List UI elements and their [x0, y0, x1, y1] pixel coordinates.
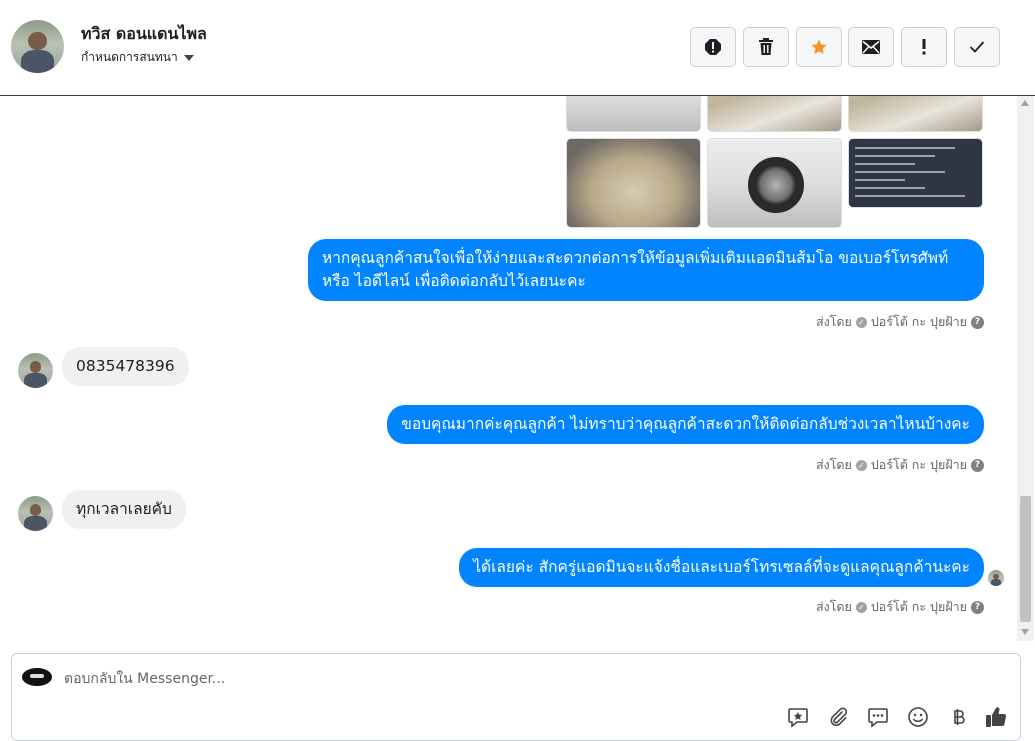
sent-by-label: ส่งโดย ✓ ปอร์โต้ กะ ปุยฝ้าย ? [816, 597, 984, 617]
photo-attachment[interactable] [566, 96, 701, 132]
photo-attachment[interactable] [848, 96, 983, 132]
assign-label: กำหนดการสนทนา [81, 50, 178, 64]
alert-circle-icon [705, 39, 721, 55]
emoji-button[interactable] [905, 704, 931, 730]
mark-done-button[interactable] [954, 27, 1000, 67]
chat-scrollbar[interactable] [1017, 96, 1034, 641]
verified-icon: ✓ [855, 316, 867, 328]
scroll-down-arrow-icon[interactable] [1021, 629, 1029, 635]
mark-unread-button[interactable] [848, 27, 894, 67]
thumbs-up-icon [986, 707, 1007, 727]
attach-file-button[interactable] [825, 704, 851, 730]
emoji-icon [908, 707, 928, 727]
outgoing-message[interactable]: หากคุณลูกค้าสนใจเพื่อให้ง่ายและสะดวกต่อก… [308, 239, 984, 301]
envelope-icon [862, 40, 880, 54]
important-button[interactable] [901, 27, 947, 67]
conversation-header: ทวิส ดอนแดนไพล กำหนดการสนทนา [0, 0, 1035, 96]
seen-avatar [988, 570, 1004, 586]
outgoing-message[interactable]: ขอบคุณมากค่ะคุณลูกค้า ไม่ทราบว่าคุณลูกค้… [387, 405, 984, 444]
trash-icon [759, 38, 773, 55]
help-icon[interactable]: ? [971, 600, 984, 614]
star-icon [811, 39, 827, 54]
chat-bubble-icon [868, 708, 888, 728]
star-button[interactable] [796, 27, 842, 67]
sent-by-label: ส่งโดย ✓ ปอร์โต้ กะ ปุยฝ้าย ? [816, 312, 984, 332]
checkmark-icon [969, 41, 985, 53]
help-icon[interactable]: ? [971, 458, 984, 472]
delete-button[interactable] [743, 27, 789, 67]
photo-attachment[interactable] [707, 138, 842, 228]
contact-avatar-small[interactable] [18, 496, 53, 531]
caret-down-icon [183, 54, 194, 61]
saved-reply-button[interactable] [785, 704, 811, 730]
message-thread[interactable]: หากคุณลูกค้าสนใจเพื่อให้ง่ายและสะดวกต่อก… [0, 96, 1016, 641]
scroll-up-arrow-icon[interactable] [1021, 100, 1029, 106]
verified-icon: ✓ [855, 459, 867, 471]
saved-reply-icon [788, 708, 808, 728]
scrollbar-thumb[interactable] [1020, 496, 1031, 622]
page-logo [22, 668, 52, 686]
contact-avatar-small[interactable] [18, 353, 53, 388]
sent-by-label: ส่งโดย ✓ ปอร์โต้ กะ ปุยฝ้าย ? [816, 455, 984, 475]
assign-conversation-dropdown[interactable]: กำหนดการสนทนา [81, 48, 194, 67]
help-icon[interactable]: ? [971, 315, 984, 329]
payment-button[interactable] [945, 704, 971, 730]
reply-input[interactable] [64, 668, 964, 690]
document-photo-attachment[interactable] [848, 138, 983, 208]
incoming-message[interactable]: 0835478396 [62, 347, 189, 386]
mark-spam-button[interactable] [690, 27, 736, 67]
paperclip-icon [830, 707, 848, 727]
like-button[interactable] [983, 704, 1009, 730]
message-composer [11, 653, 1021, 741]
wheel-graphic [748, 157, 804, 213]
photo-attachment[interactable] [566, 138, 701, 228]
contact-avatar[interactable] [11, 20, 64, 73]
exclamation-icon [922, 39, 926, 55]
quick-reply-button[interactable] [865, 704, 891, 730]
verified-icon: ✓ [855, 601, 867, 613]
outgoing-message[interactable]: ได้เลยค่ะ สักครู่แอดมินจะแจ้งชื่อและเบอร… [459, 548, 984, 587]
photo-attachment[interactable] [707, 96, 842, 132]
contact-name[interactable]: ทวิส ดอนแดนไพล [81, 22, 207, 47]
incoming-message[interactable]: ทุกเวลาเลยคับ [62, 490, 186, 529]
baht-icon [954, 709, 965, 725]
